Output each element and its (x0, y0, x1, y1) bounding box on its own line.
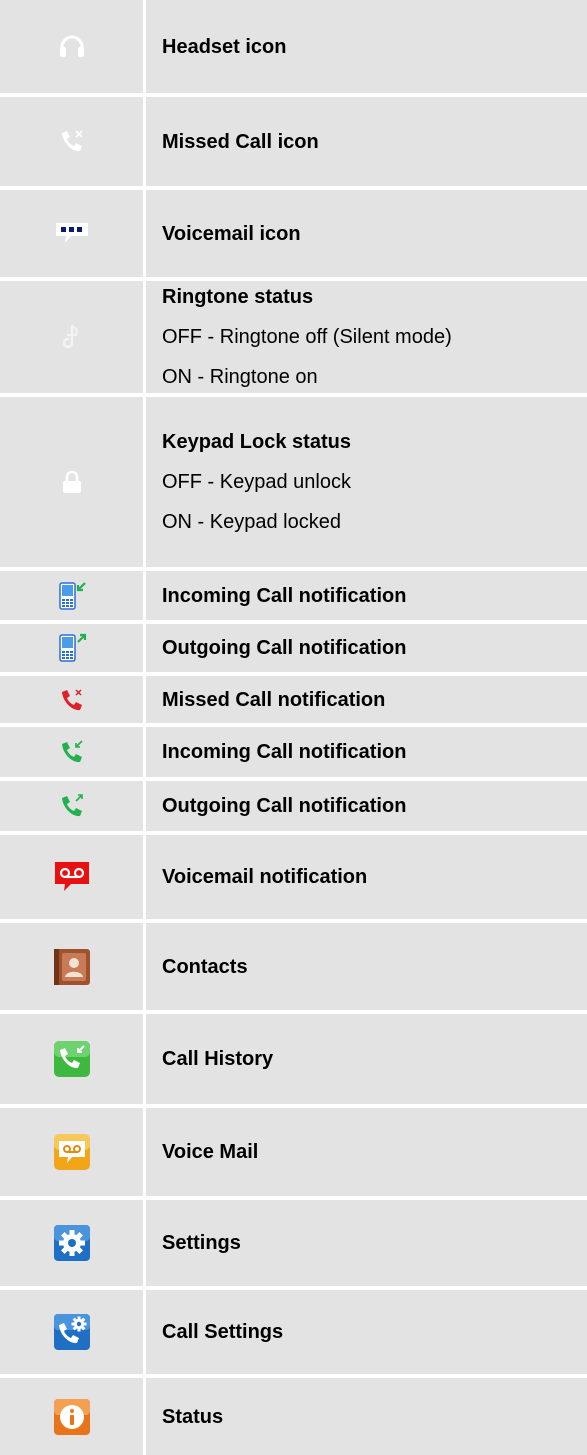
call-settings-icon (53, 1314, 90, 1350)
lock-icon (62, 470, 81, 493)
label-cell: Status (146, 1378, 587, 1455)
icon-cell (0, 781, 143, 831)
table-row: Outgoing Call notification (0, 624, 587, 672)
label-cell: Outgoing Call notification (146, 624, 587, 672)
status-icon (53, 1398, 90, 1435)
headset-icon (59, 35, 84, 57)
table-row: Missed Call notification (0, 676, 587, 723)
label-cell: Settings (146, 1200, 587, 1286)
label-cell: Incoming Call notification (146, 571, 587, 620)
icon-cell (0, 676, 143, 723)
icon-cell (0, 571, 143, 620)
label-cell: Missed Call notification (146, 676, 587, 723)
row-title: Call Settings (162, 1321, 284, 1343)
row-title: Keypad Lock status (162, 431, 351, 453)
icon-cell (0, 1290, 143, 1374)
label-cell: Ringtone status OFF - Ringtone off (Sile… (146, 281, 587, 393)
label-cell: Voice Mail (146, 1108, 587, 1196)
table-row: Status (0, 1378, 587, 1455)
label-cell: Contacts (146, 923, 587, 1010)
icon-cell (0, 97, 143, 186)
icon-cell (0, 923, 143, 1010)
row-title: Contacts (162, 955, 248, 978)
call-history-icon (53, 1041, 90, 1077)
row-detail: ON - Keypad locked (162, 511, 341, 533)
table-row: Missed Call icon (0, 97, 587, 186)
missed-call-icon (61, 129, 83, 151)
table-row: Settings (0, 1200, 587, 1286)
incoming-call-green-icon (61, 740, 83, 763)
icon-cell (0, 397, 143, 567)
label-cell: Outgoing Call notification (146, 781, 587, 831)
contacts-icon (53, 948, 90, 985)
icon-cell (0, 624, 143, 672)
table-row: Call History (0, 1014, 587, 1104)
row-title: Outgoing Call notification (162, 795, 407, 817)
row-title: Incoming Call notification (162, 741, 407, 763)
row-title: Missed Call icon (162, 130, 319, 153)
label-cell: Voicemail notification (146, 835, 587, 919)
row-title: Settings (162, 1232, 241, 1254)
row-title: Incoming Call notification (162, 584, 407, 607)
table-row: Keypad Lock status OFF - Keypad unlock O… (0, 397, 587, 567)
missed-call-red-icon (61, 688, 82, 710)
table-row: Incoming Call notification (0, 571, 587, 620)
table-row: Voicemail icon (0, 190, 587, 277)
icon-cell (0, 1200, 143, 1286)
row-title: Voicemail icon (162, 222, 301, 245)
phone-outgoing-icon (58, 633, 86, 662)
voice-mail-app-icon (53, 1134, 90, 1170)
ringtone-icon (62, 325, 78, 349)
table-row: Voicemail notification (0, 835, 587, 919)
icon-cell (0, 727, 143, 777)
icon-cell (0, 281, 143, 393)
row-title: Status (162, 1405, 224, 1428)
label-cell: Headset icon (146, 0, 587, 93)
icon-cell (0, 1378, 143, 1455)
row-title: Call History (162, 1048, 274, 1070)
icon-cell (0, 835, 143, 919)
row-title: Voicemail notification (162, 866, 368, 888)
row-detail: OFF - Keypad unlock (162, 471, 351, 493)
table-row: Ringtone status OFF - Ringtone off (Sile… (0, 281, 587, 393)
settings-icon (53, 1225, 90, 1261)
table-row: Contacts (0, 923, 587, 1010)
label-cell: Incoming Call notification (146, 727, 587, 777)
row-detail: ON - Ringtone on (162, 366, 318, 388)
icon-cell (0, 1014, 143, 1104)
table-row: Headset icon (0, 0, 587, 93)
icon-cell (0, 0, 143, 93)
label-cell: Call Settings (146, 1290, 587, 1374)
phone-incoming-icon (58, 581, 86, 610)
voicemail-red-icon (54, 862, 89, 891)
table-row: Call Settings (0, 1290, 587, 1374)
row-title: Missed Call notification (162, 688, 386, 711)
table-row: Outgoing Call notification (0, 781, 587, 831)
row-detail: OFF - Ringtone off (Silent mode) (162, 326, 452, 348)
table-row: Incoming Call notification (0, 727, 587, 777)
row-title: Voice Mail (162, 1141, 259, 1163)
row-title: Ringtone status (162, 286, 314, 308)
label-cell: Call History (146, 1014, 587, 1104)
label-cell: Voicemail icon (146, 190, 587, 277)
label-cell: Keypad Lock status OFF - Keypad unlock O… (146, 397, 587, 567)
label-cell: Missed Call icon (146, 97, 587, 186)
table-row: Voice Mail (0, 1108, 587, 1196)
voicemail-icon (55, 222, 88, 243)
row-title: Headset icon (162, 35, 287, 58)
outgoing-call-green-icon (61, 794, 83, 817)
icon-cell (0, 190, 143, 277)
icon-cell (0, 1108, 143, 1196)
row-title: Outgoing Call notification (162, 637, 407, 659)
